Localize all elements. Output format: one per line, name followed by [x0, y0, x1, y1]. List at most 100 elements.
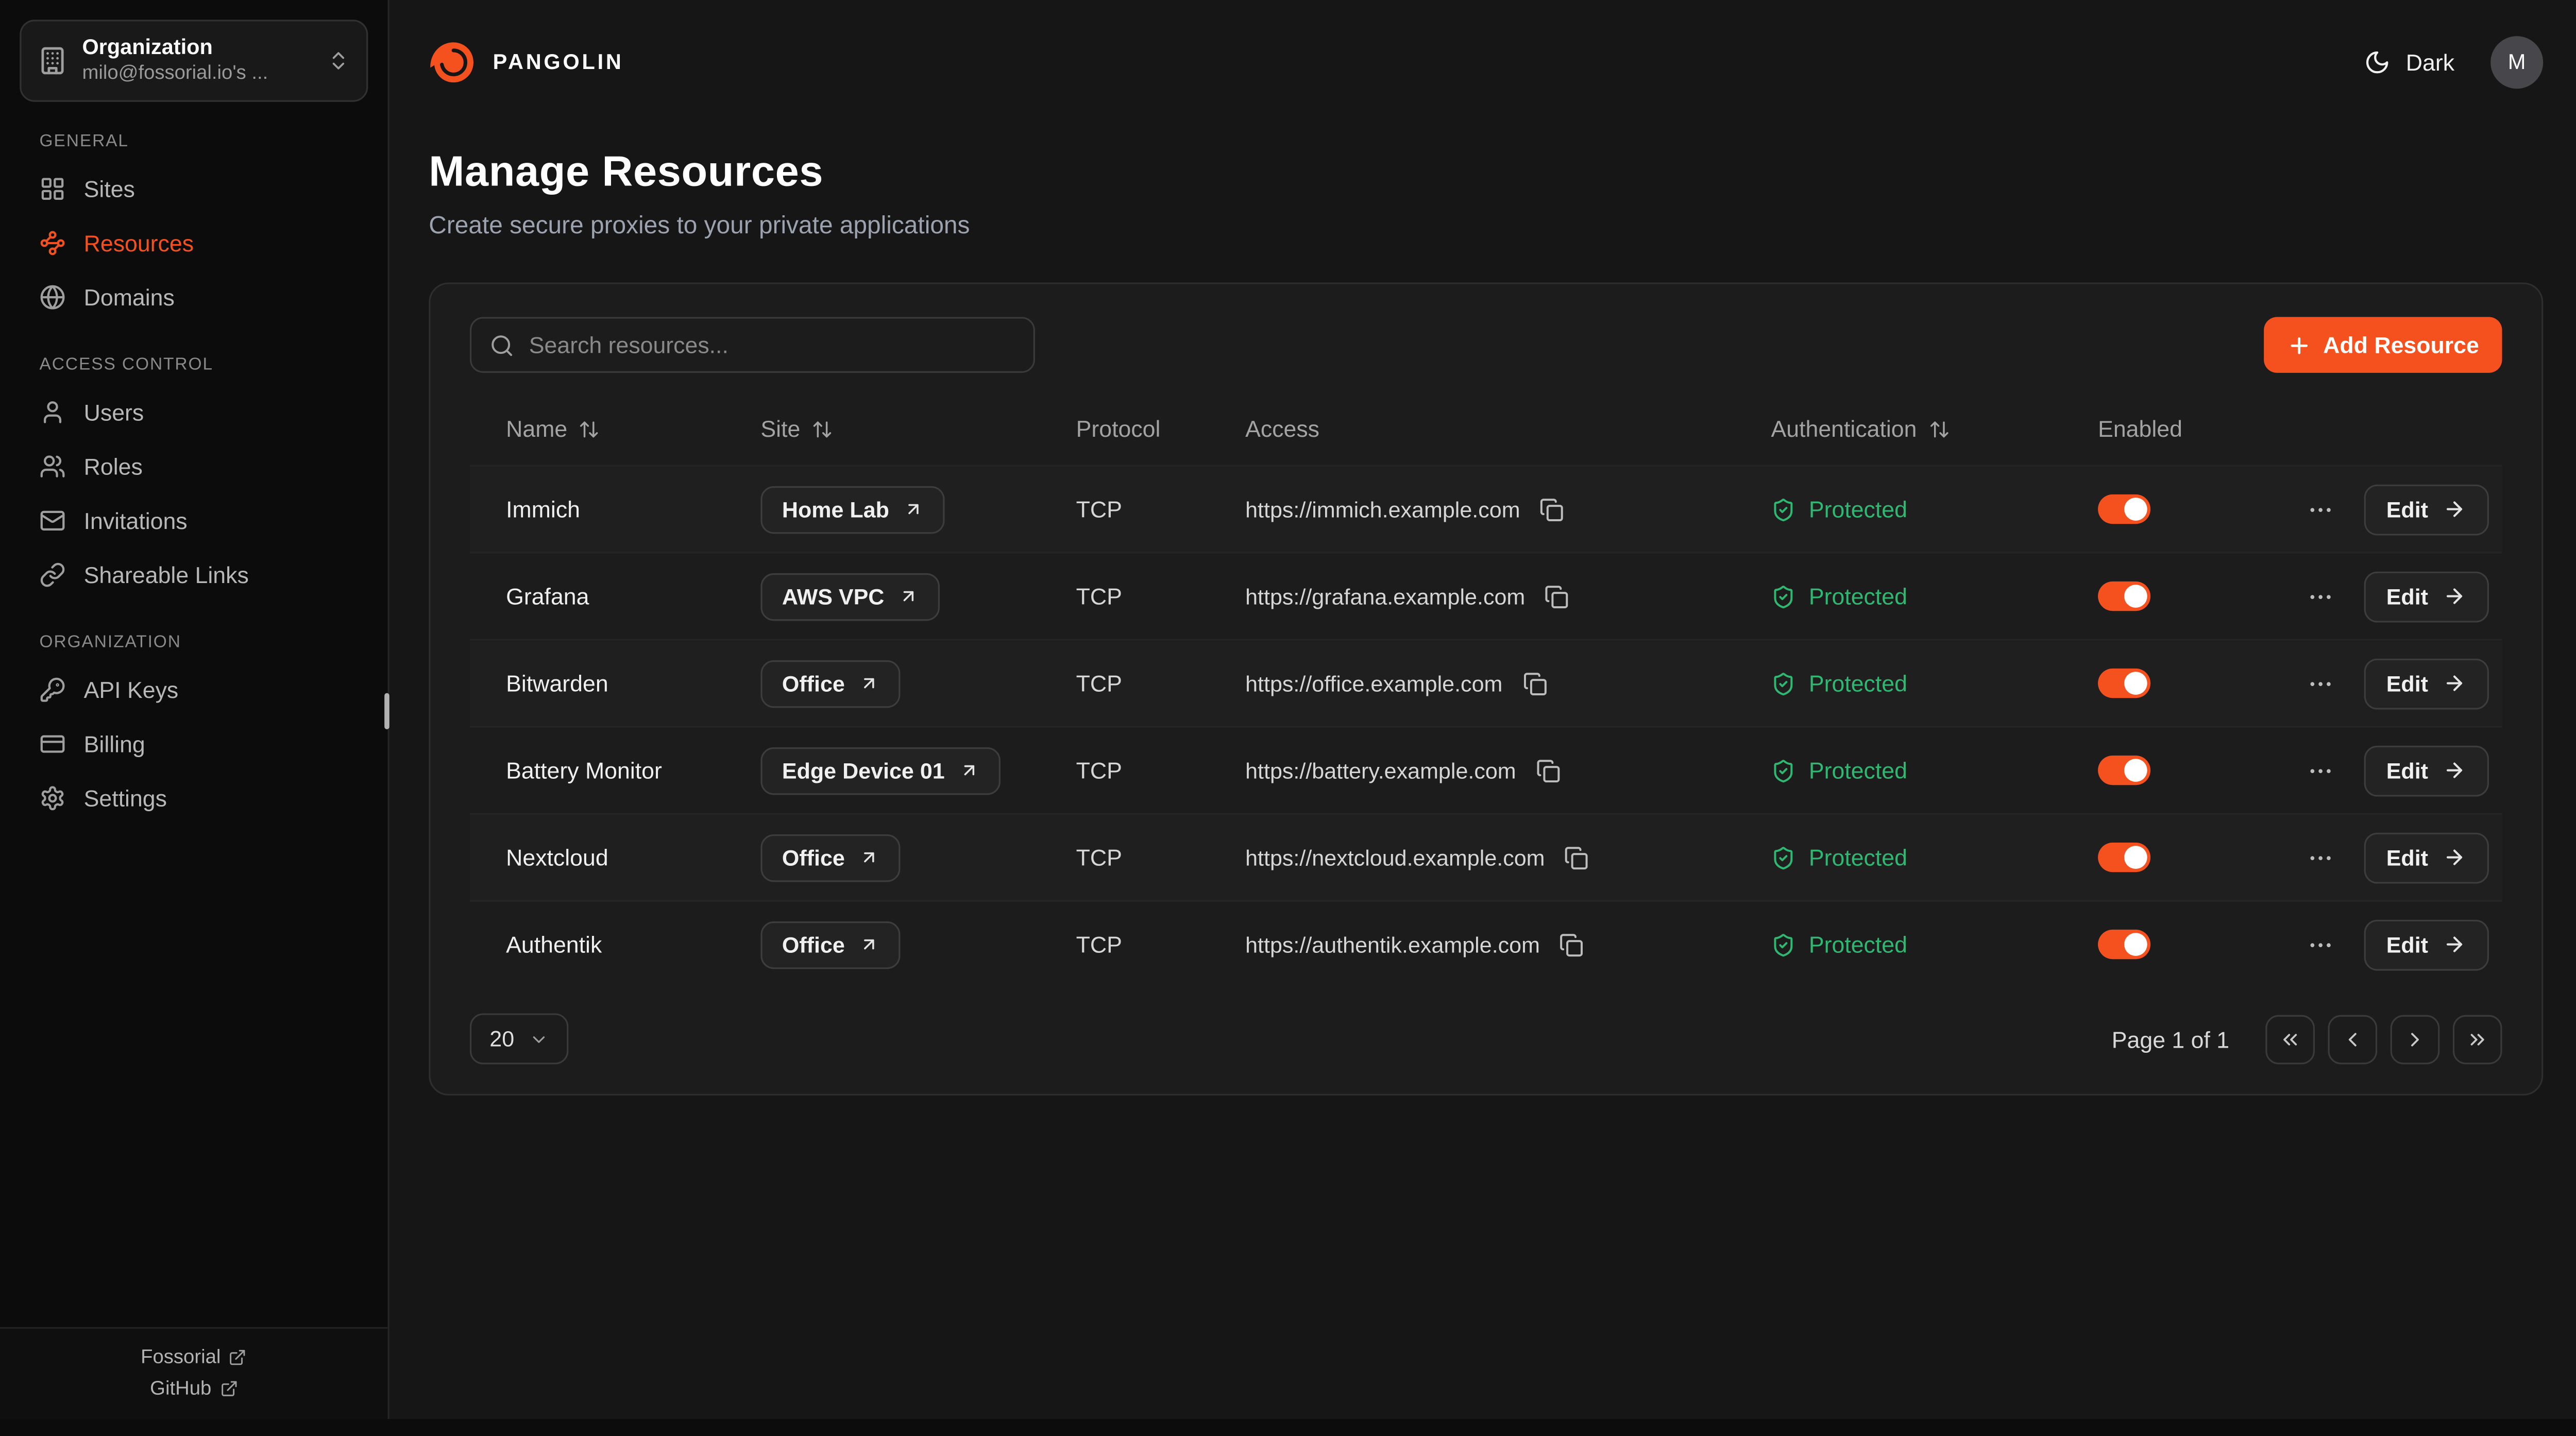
sidebar-item-resources[interactable]: Resources: [20, 216, 368, 270]
sidebar-item-users[interactable]: Users: [20, 386, 368, 440]
table-header: Name Site Protocol Access Authentication…: [470, 392, 2502, 465]
site-name: Home Lab: [782, 497, 889, 522]
sidebar-item-invitations[interactable]: Invitations: [20, 494, 368, 548]
sidebar-item-billing[interactable]: Billing: [20, 717, 368, 772]
column-protocol: Protocol: [1076, 416, 1161, 442]
site-name: Office: [782, 932, 845, 957]
copy-icon[interactable]: [1537, 493, 1568, 525]
arrow-right-icon: [2443, 759, 2466, 782]
external-link-arrow-icon: [904, 499, 924, 519]
site-name: AWS VPC: [782, 584, 885, 609]
sidebar-item-settings[interactable]: Settings: [20, 772, 368, 826]
footer-link-github[interactable]: GitHub: [150, 1376, 238, 1399]
edit-label: Edit: [2386, 758, 2428, 783]
row-menu-button[interactable]: [2302, 492, 2337, 526]
column-authentication: Authentication: [1771, 416, 1917, 442]
sidebar-item-roles[interactable]: Roles: [20, 440, 368, 494]
row-menu-button[interactable]: [2302, 927, 2337, 962]
sidebar-item-domains[interactable]: Domains: [20, 271, 368, 325]
sidebar-item-label: Domains: [84, 285, 175, 311]
table-row: Battery Monitor Edge Device 01 TCP https…: [470, 726, 2502, 813]
enabled-toggle[interactable]: [2098, 843, 2150, 872]
edit-button[interactable]: Edit: [2363, 832, 2489, 883]
shield-check-icon: [1771, 758, 1796, 783]
sidebar-item-sites[interactable]: Sites: [20, 162, 368, 216]
avatar[interactable]: M: [2490, 36, 2543, 88]
copy-icon[interactable]: [1541, 580, 1573, 612]
enabled-toggle[interactable]: [2098, 494, 2150, 524]
sidebar-item-label: API Keys: [84, 677, 179, 704]
edit-button[interactable]: Edit: [2363, 484, 2489, 535]
sidebar-nav: GENERAL Sites Resources Domains ACCESS C…: [20, 101, 368, 826]
site-link-button[interactable]: AWS VPC: [760, 572, 940, 620]
table-row: Grafana AWS VPC TCP https://grafana.exam…: [470, 552, 2502, 639]
shield-check-icon: [1771, 671, 1796, 696]
row-menu-button[interactable]: [2302, 666, 2337, 700]
site-link-button[interactable]: Office: [760, 833, 901, 881]
copy-icon[interactable]: [1556, 929, 1588, 960]
column-site: Site: [760, 416, 800, 442]
copy-icon[interactable]: [1561, 842, 1592, 873]
user-icon: [40, 400, 66, 426]
site-link-button[interactable]: Edge Device 01: [760, 746, 1001, 794]
row-menu-button[interactable]: [2302, 579, 2337, 613]
sidebar-item-label: Billing: [84, 731, 145, 758]
auth-status: Protected: [1809, 583, 1907, 609]
site-link-button[interactable]: Office: [760, 920, 901, 968]
sidebar-scrollbar-thumb[interactable]: [384, 693, 389, 729]
access-url: https://immich.example.com: [1245, 497, 1520, 522]
row-menu-button[interactable]: [2302, 753, 2337, 788]
previous-page-button[interactable]: [2328, 1014, 2377, 1064]
toggle-knob: [2124, 846, 2147, 869]
resource-name: Bitwarden: [506, 670, 760, 696]
org-subtitle: milo@fossorial.io's ...: [82, 61, 312, 87]
sidebar-item-label: Shareable Links: [84, 562, 249, 589]
resource-protocol: TCP: [1076, 931, 1245, 958]
site-link-button[interactable]: Office: [760, 659, 901, 707]
copy-icon[interactable]: [1519, 668, 1550, 699]
table-row: Bitwarden Office TCP https://office.exam…: [470, 639, 2502, 726]
brand-name: PANGOLIN: [493, 49, 624, 74]
enabled-toggle[interactable]: [2098, 582, 2150, 611]
auth-status: Protected: [1809, 931, 1907, 958]
enabled-toggle[interactable]: [2098, 930, 2150, 959]
org-selector[interactable]: Organization milo@fossorial.io's ...: [20, 20, 368, 101]
enabled-toggle[interactable]: [2098, 669, 2150, 698]
sort-name-button[interactable]: [579, 418, 600, 439]
resources-card: Add Resource Name Site Protocol Access A…: [429, 282, 2543, 1095]
resources-waypoints-icon: [40, 231, 66, 257]
shield-check-icon: [1771, 845, 1796, 870]
footer-link-label: GitHub: [150, 1376, 211, 1399]
next-page-button[interactable]: [2391, 1014, 2440, 1064]
resource-name: Grafana: [506, 583, 760, 609]
edit-button[interactable]: Edit: [2363, 658, 2489, 709]
gear-icon: [40, 785, 66, 812]
external-link-icon: [219, 1379, 238, 1397]
auth-status: Protected: [1809, 496, 1907, 522]
page-subtitle: Create secure proxies to your private ap…: [429, 212, 2543, 240]
edit-button[interactable]: Edit: [2363, 745, 2489, 796]
edit-label: Edit: [2386, 497, 2428, 522]
sort-site-button[interactable]: [812, 418, 833, 439]
footer-link-fossorial[interactable]: Fossorial: [141, 1345, 247, 1369]
arrow-right-icon: [2443, 672, 2466, 695]
enabled-toggle[interactable]: [2098, 756, 2150, 785]
add-resource-button[interactable]: Add Resource: [2264, 317, 2502, 372]
first-page-button[interactable]: [2265, 1014, 2315, 1064]
sort-authentication-button[interactable]: [1928, 418, 1950, 439]
sidebar-item-shareable-links[interactable]: Shareable Links: [20, 549, 368, 603]
resource-protocol: TCP: [1076, 583, 1245, 609]
mail-icon: [40, 508, 66, 534]
search-input[interactable]: [529, 332, 1015, 358]
theme-toggle-button[interactable]: Dark: [2365, 48, 2454, 75]
page-size-select[interactable]: 20: [470, 1013, 568, 1064]
last-page-button[interactable]: [2453, 1014, 2502, 1064]
copy-icon[interactable]: [1533, 755, 1564, 786]
row-menu-button[interactable]: [2302, 840, 2337, 875]
sidebar-item-api-keys[interactable]: API Keys: [20, 663, 368, 717]
section-label-access-control: ACCESS CONTROL: [40, 354, 348, 374]
edit-button[interactable]: Edit: [2363, 919, 2489, 970]
edit-button[interactable]: Edit: [2363, 571, 2489, 622]
table-body: Immich Home Lab TCP https://immich.examp…: [470, 465, 2502, 987]
site-link-button[interactable]: Home Lab: [760, 485, 945, 533]
